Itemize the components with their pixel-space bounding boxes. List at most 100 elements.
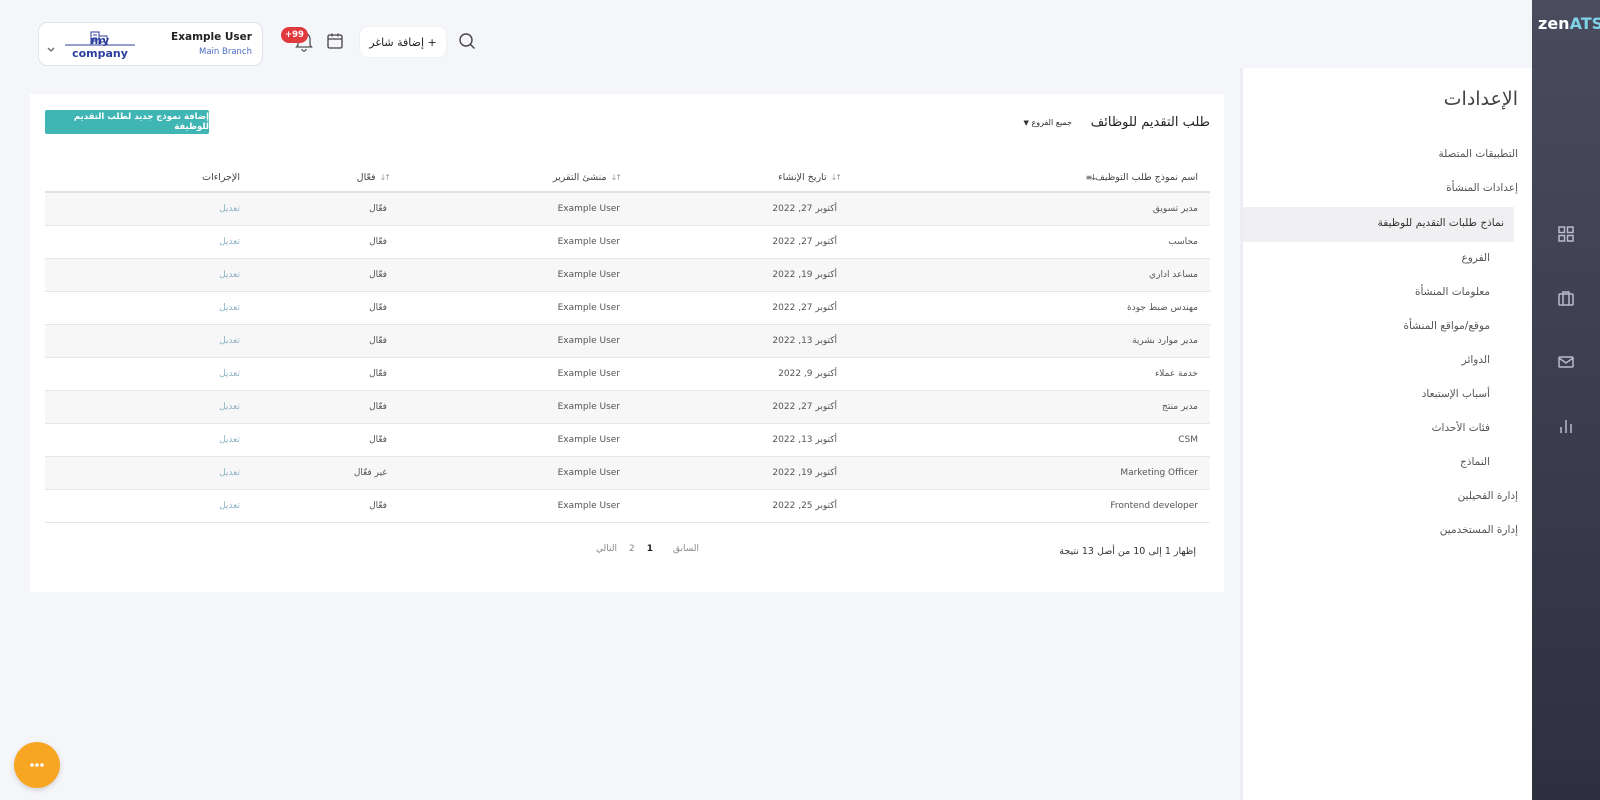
menu-item-branches[interactable]: الفروع — [1461, 252, 1490, 264]
branch-name: Main Branch — [199, 47, 252, 57]
cell-active: فعّال — [369, 269, 387, 280]
menu-item-event-categories[interactable]: فئات الأحداث — [1432, 422, 1490, 434]
col-header-name[interactable]: اسم نموذج طلب التوظيف↓≡ — [848, 172, 1210, 193]
settings-panel: الإعدادات التطبيقات المتصلة إعدادات المن… — [1240, 68, 1532, 800]
cell-name-cell: خدمة عملاء — [848, 357, 1210, 391]
col-header-date[interactable]: تاريخ الإنشاء ↓↑ — [628, 172, 848, 193]
table-row: تعديل فعّال Example User أكتوبر 19, 2022 مسا… — [45, 258, 1210, 292]
company-logo: my company — [65, 28, 135, 60]
menu-item-connected-apps[interactable]: التطبيقات المتصلة — [1438, 148, 1518, 160]
col-creator-label: منشئ التقرير — [552, 172, 607, 183]
mail-icon[interactable] — [1554, 350, 1578, 374]
cell-name-cell: Frontend developer — [848, 489, 1210, 523]
cell-active: فعّال — [369, 302, 387, 313]
cell-creator: Example User — [557, 335, 620, 346]
edit-link[interactable]: تعديل — [219, 336, 240, 346]
edit-cell: تعديل — [45, 357, 240, 391]
col-name-label: اسم نموذج طلب التوظيف — [1095, 172, 1198, 183]
cell-date: أكتوبر 27, 2022 — [772, 203, 837, 214]
more-options-button[interactable] — [14, 742, 60, 788]
cell-creator-cell: Example User — [403, 258, 628, 292]
menu-item-company-settings[interactable]: إعدادات المنشأة — [1446, 182, 1518, 194]
edit-cell: تعديل — [45, 489, 240, 523]
cell-date-cell: أكتوبر 13, 2022 — [628, 324, 848, 358]
cell-creator: Example User — [557, 203, 620, 214]
cell-creator: Example User — [557, 401, 620, 412]
application-forms-card: إضافة نموذج جديد لطلب التقديم للوظيفة طل… — [30, 94, 1224, 592]
cell-name-cell: Marketing Officer — [848, 456, 1210, 490]
briefcase-icon[interactable] — [1554, 286, 1578, 310]
logo-main-text: zen — [1538, 14, 1570, 33]
cell-creator-cell: Example User — [403, 357, 628, 391]
bar-chart-icon[interactable] — [1554, 414, 1578, 438]
col-header-active[interactable]: فعّال ↓↑ — [240, 172, 403, 193]
cell-date: أكتوبر 13, 2022 — [772, 434, 837, 445]
add-form-button[interactable]: إضافة نموذج جديد لطلب التقديم للوظيفة — [45, 110, 209, 134]
cell-name-cell: مهندس ضبط جودة — [848, 291, 1210, 325]
table-row: تعديل فعّال Example User أكتوبر 13, 2022 CSM — [45, 423, 1210, 457]
edit-link[interactable]: تعديل — [219, 402, 240, 412]
cell-date-cell: أكتوبر 13, 2022 — [628, 423, 848, 457]
cell-name: مدير منتج — [1162, 401, 1198, 412]
cell-creator-cell: Example User — [403, 423, 628, 457]
menu-item-application-forms[interactable]: نماذج طلبات التقديم للوظيفة — [1378, 217, 1504, 229]
menu-item-departments[interactable]: الدوائر — [1462, 354, 1490, 366]
add-job-button[interactable]: + إضافة شاغر — [360, 27, 446, 57]
cell-active: فعّال — [369, 434, 387, 445]
pager-next[interactable]: التالي — [596, 544, 617, 554]
cell-date: أكتوبر 27, 2022 — [772, 302, 837, 313]
menu-item-templates[interactable]: النماذج — [1460, 456, 1490, 468]
pager-page-2[interactable]: 2 — [629, 544, 635, 554]
table-header-row: الإجراءات فعّال ↓↑ منشئ التقرير ↓↑ تاريخ ا… — [45, 172, 1210, 193]
menu-item-company-info[interactable]: معلومات المنشأة — [1415, 286, 1490, 298]
branch-filter-dropdown[interactable]: جميع الفروع ▼ — [1024, 118, 1072, 127]
notification-badge: +99 — [281, 27, 308, 43]
edit-link[interactable]: تعديل — [219, 237, 240, 247]
edit-link[interactable]: تعديل — [219, 303, 240, 313]
search-icon[interactable] — [458, 32, 476, 50]
edit-cell: تعديل — [45, 291, 240, 325]
cell-name-cell: CSM — [848, 423, 1210, 457]
grid-icon[interactable] — [1554, 222, 1578, 246]
cell-name: مدير تسويق — [1152, 203, 1198, 214]
pager-page-1[interactable]: 1 — [647, 544, 653, 554]
cell-active-cell: فعّال — [240, 357, 403, 391]
menu-item-disqualification-reasons[interactable]: أسباب الإستبعاد — [1422, 388, 1490, 400]
cell-creator-cell: Example User — [403, 489, 628, 523]
col-actions-label: الإجراءات — [202, 172, 240, 183]
edit-link[interactable]: تعديل — [219, 270, 240, 280]
cell-creator: Example User — [557, 236, 620, 247]
cell-date: أكتوبر 27, 2022 — [772, 236, 837, 247]
edit-link[interactable]: تعديل — [219, 204, 240, 214]
edit-link[interactable]: تعديل — [219, 501, 240, 511]
cell-date-cell: أكتوبر 9, 2022 — [628, 357, 848, 391]
cell-active-cell: فعّال — [240, 192, 403, 226]
cell-creator-cell: Example User — [403, 390, 628, 424]
menu-item-company-locations[interactable]: موقع/مواقع المنشأة — [1403, 320, 1490, 332]
edit-link[interactable]: تعديل — [219, 468, 240, 478]
col-date-label: تاريخ الإنشاء — [778, 172, 827, 183]
cell-date: أكتوبر 9, 2022 — [778, 368, 837, 379]
col-active-label: فعّال — [356, 172, 376, 183]
more-dots-icon — [30, 763, 44, 767]
menu-item-manage-users[interactable]: إدارة المستخدمين — [1440, 524, 1518, 536]
cell-active: فعّال — [369, 335, 387, 346]
calendar-icon[interactable] — [326, 32, 344, 50]
cell-active-cell: فعّال — [240, 423, 403, 457]
edit-link[interactable]: تعديل — [219, 369, 240, 379]
cell-name: مهندس ضبط جودة — [1127, 302, 1198, 313]
menu-item-manage-[interactable]: إدارة القحيلين — [1458, 490, 1518, 502]
zenats-logo[interactable]: zenATS — [1538, 14, 1600, 33]
settings-title: الإعدادات — [1443, 88, 1518, 110]
col-header-creator[interactable]: منشئ التقرير ↓↑ — [403, 172, 628, 193]
cell-name: محاسب — [1168, 236, 1198, 247]
sort-icon: ↓↑ — [610, 173, 622, 182]
cell-creator-cell: Example User — [403, 225, 628, 259]
company-switcher[interactable]: my company Example User Main Branch — [38, 22, 263, 66]
pager-prev[interactable]: السابق — [673, 544, 699, 554]
edit-link[interactable]: تعديل — [219, 435, 240, 445]
cell-active-cell: فعّال — [240, 489, 403, 523]
cell-date: أكتوبر 19, 2022 — [772, 269, 837, 280]
edit-cell: تعديل — [45, 324, 240, 358]
cell-active-cell: فعّال — [240, 324, 403, 358]
